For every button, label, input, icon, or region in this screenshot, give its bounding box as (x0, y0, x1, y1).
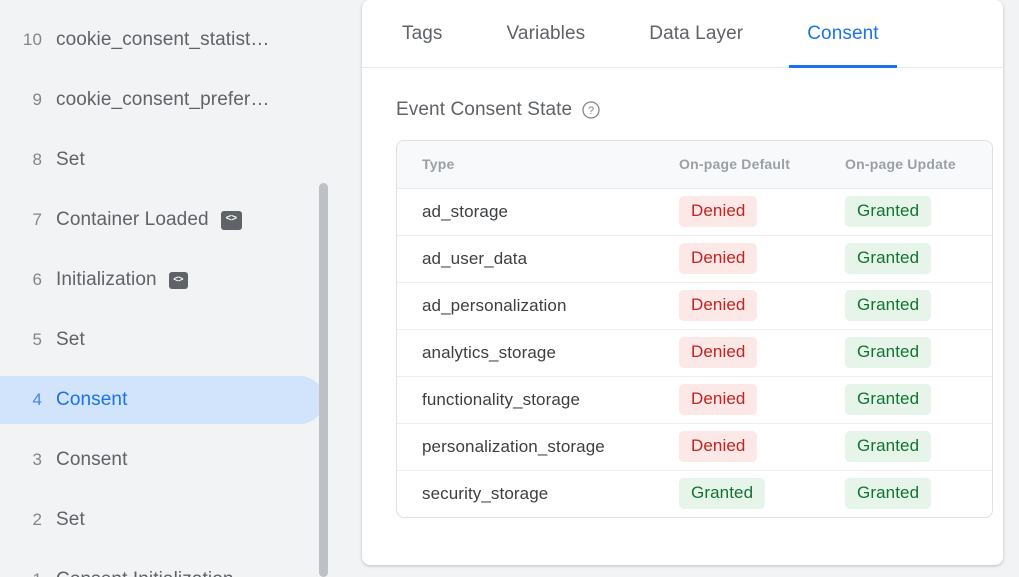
event-item-label: Container Loaded (56, 209, 209, 231)
section-header: Event Consent State ? (362, 68, 1003, 121)
event-item-index: 7 (0, 210, 56, 230)
detail-tabbar: Tags Variables Data Layer Consent (362, 0, 1003, 68)
on-page-update-badge: Granted (845, 243, 931, 274)
table-row: ad_user_data Denied Granted (397, 235, 992, 282)
column-header-type: Type (397, 141, 669, 188)
event-item-label: Initialization (56, 269, 157, 291)
consent-type-label: functionality_storage (397, 376, 669, 423)
svg-text:?: ? (588, 105, 594, 117)
table-row: personalization_storage Denied Granted (397, 423, 992, 470)
detail-panel: Tags Variables Data Layer Consent Event Con… (362, 0, 1003, 565)
on-page-default-badge-cell: Granted (669, 470, 835, 517)
column-header-on-page-update: On-page Update (835, 141, 992, 188)
event-list-scrollbar-thumb[interactable] (319, 183, 328, 577)
on-page-default-badge: Denied (679, 431, 757, 462)
code-badge-icon: <> (169, 272, 188, 289)
main-content-area: Tags Variables Data Layer Consent Event Con… (340, 0, 1019, 577)
table-row: ad_personalization Denied Granted (397, 282, 992, 329)
event-list-item[interactable]: 2Set (0, 490, 340, 550)
event-item-index: 6 (0, 270, 56, 290)
event-list-sidebar: 11cookie_consent_marketi…10cookie_consen… (0, 0, 340, 577)
consent-type-label: security_storage (397, 470, 669, 517)
table-row: security_storage Granted Granted (397, 470, 992, 517)
on-page-update-badge: Granted (845, 337, 931, 368)
table-header: Type On-page Default On-page Update (397, 141, 992, 188)
on-page-default-badge: Granted (679, 478, 765, 509)
code-badge-icon: <> (221, 211, 242, 230)
event-item-index: 2 (0, 510, 56, 530)
event-list-item[interactable]: 7Container Loaded <> (0, 190, 340, 250)
event-list: 11cookie_consent_marketi…10cookie_consen… (0, 0, 340, 577)
tab-tags[interactable]: Tags (384, 0, 461, 68)
event-list-item[interactable]: 4Consent (0, 370, 340, 430)
gtm-preview-screen: 11cookie_consent_marketi…10cookie_consen… (0, 0, 1019, 577)
event-item-label: Consent (56, 389, 127, 411)
event-item-label: Set (56, 329, 85, 351)
on-page-update-badge: Granted (845, 290, 931, 321)
on-page-update-badge-cell: Granted (835, 235, 992, 282)
on-page-update-badge-cell: Granted (835, 376, 992, 423)
event-list-item[interactable]: 11cookie_consent_marketi… (0, 0, 340, 10)
on-page-update-badge-cell: Granted (835, 470, 992, 517)
event-item-label: Set (56, 149, 85, 171)
consent-state-table: Type On-page Default On-page Update ad_s… (397, 141, 992, 517)
page-title: Event Consent State (396, 99, 572, 121)
tab-variables[interactable]: Variables (489, 0, 604, 68)
on-page-update-badge-cell: Granted (835, 282, 992, 329)
consent-type-label: analytics_storage (397, 329, 669, 376)
event-item-label: cookie_consent_prefer… (56, 89, 269, 111)
event-item-index: 5 (0, 330, 56, 350)
event-item-highlight (0, 0, 324, 4)
event-item-index: 10 (0, 30, 56, 50)
event-item-index: 3 (0, 450, 56, 470)
consent-state-table-card: Type On-page Default On-page Update ad_s… (396, 140, 993, 518)
consent-type-label: personalization_storage (397, 423, 669, 470)
table-row: functionality_storage Denied Granted (397, 376, 992, 423)
on-page-default-badge-cell: Denied (669, 188, 835, 235)
event-list-item[interactable]: 3Consent (0, 430, 340, 490)
event-item-label: Consent Initialization … (56, 569, 258, 577)
table-body: ad_storage Denied Granted ad_user_data Denie… (397, 188, 992, 517)
on-page-update-badge-cell: Granted (835, 423, 992, 470)
event-list-item[interactable]: 5Set (0, 310, 340, 370)
event-item-label: Set (56, 509, 85, 531)
event-item-label: Consent (56, 449, 127, 471)
table-row: analytics_storage Denied Granted (397, 329, 992, 376)
event-list-item[interactable]: 1Consent Initialization … (0, 550, 340, 577)
on-page-default-badge: Denied (679, 384, 757, 415)
on-page-default-badge-cell: Denied (669, 329, 835, 376)
column-header-on-page-default: On-page Default (669, 141, 835, 188)
on-page-default-badge-cell: Denied (669, 376, 835, 423)
on-page-default-badge-cell: Denied (669, 423, 835, 470)
on-page-default-badge-cell: Denied (669, 282, 835, 329)
on-page-update-badge: Granted (845, 196, 931, 227)
on-page-default-badge: Denied (679, 290, 757, 321)
event-item-index: 9 (0, 90, 56, 110)
on-page-default-badge: Denied (679, 337, 757, 368)
table-row: ad_storage Denied Granted (397, 188, 992, 235)
event-item-index: 1 (0, 570, 56, 577)
event-item-index: 8 (0, 150, 56, 170)
consent-type-label: ad_storage (397, 188, 669, 235)
on-page-update-badge: Granted (845, 431, 931, 462)
event-item-index: 4 (0, 390, 56, 410)
event-item-label: cookie_consent_statist… (56, 29, 270, 51)
on-page-update-badge-cell: Granted (835, 188, 992, 235)
table-header-row: Type On-page Default On-page Update (397, 141, 992, 188)
on-page-default-badge: Denied (679, 243, 757, 274)
help-circle-icon[interactable]: ? (582, 101, 600, 119)
on-page-update-badge: Granted (845, 478, 931, 509)
on-page-update-badge-cell: Granted (835, 329, 992, 376)
on-page-default-badge: Denied (679, 196, 757, 227)
on-page-default-badge-cell: Denied (669, 235, 835, 282)
event-list-item[interactable]: 9cookie_consent_prefer… (0, 70, 340, 130)
on-page-update-badge: Granted (845, 384, 931, 415)
consent-type-label: ad_user_data (397, 235, 669, 282)
tab-data-layer[interactable]: Data Layer (631, 0, 761, 68)
event-list-item[interactable]: 8Set (0, 130, 340, 190)
tab-consent[interactable]: Consent (789, 0, 896, 68)
event-list-item[interactable]: 6Initialization <> (0, 250, 340, 310)
event-list-item[interactable]: 10cookie_consent_statist… (0, 10, 340, 70)
consent-type-label: ad_personalization (397, 282, 669, 329)
